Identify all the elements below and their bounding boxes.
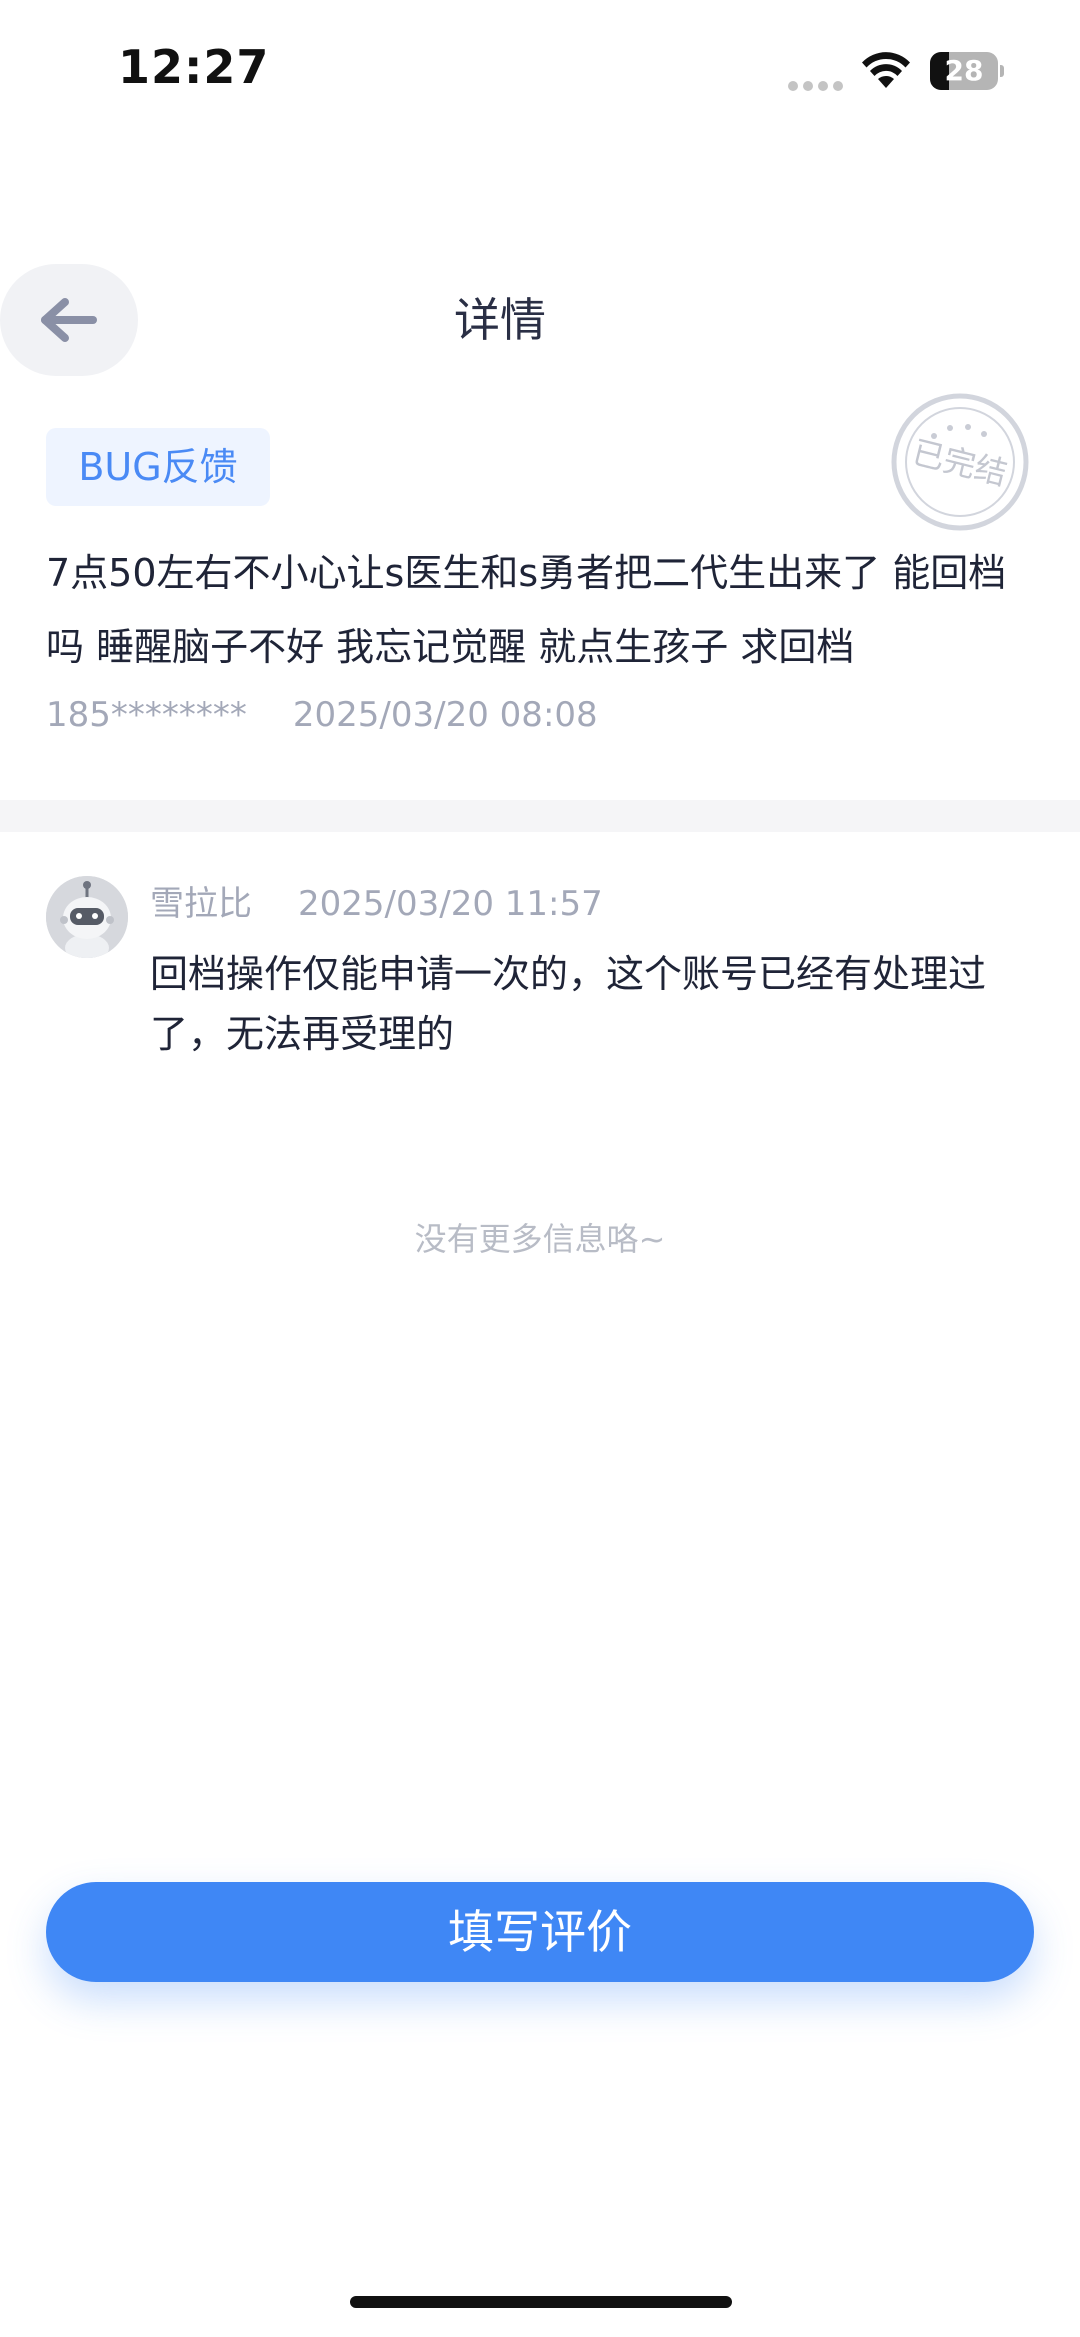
svg-text:已完结: 已完结 xyxy=(909,433,1011,493)
feedback-user: 185******** xyxy=(46,695,247,735)
home-indicator[interactable] xyxy=(350,2296,732,2308)
feedback-meta: 185******** 2025/03/20 08:08 xyxy=(46,690,598,740)
wifi-icon xyxy=(862,52,910,88)
write-review-button[interactable]: 填写评价 xyxy=(46,1882,1034,1982)
status-stamp: 已完结 xyxy=(891,393,1029,531)
robot-avatar-icon xyxy=(46,876,128,958)
reply-meta: 雪拉比 2025/03/20 11:57 xyxy=(150,880,603,928)
category-tag: BUG反馈 xyxy=(46,428,270,506)
cellular-signal-icon xyxy=(788,76,848,91)
status-time: 12:27 xyxy=(118,40,270,94)
reply-author: 雪拉比 xyxy=(150,884,252,924)
feedback-time: 2025/03/20 08:08 xyxy=(292,695,598,735)
reply-time: 2025/03/20 11:57 xyxy=(298,884,603,924)
page-title: 详情 xyxy=(454,293,546,347)
battery-icon: 28 xyxy=(930,52,1004,90)
battery-level: 28 xyxy=(944,54,984,87)
reply-content: 回档操作仅能申请一次的，这个账号已经有处理过了，无法再受理的 xyxy=(150,952,987,1056)
feedback-content: 7点50左右不小心让s医生和s勇者把二代生出来了 能回档吗 睡醒脑子不好 我忘记… xyxy=(46,551,1007,669)
no-more-info: 没有更多信息咯~ xyxy=(414,1220,666,1258)
section-divider xyxy=(0,800,1080,832)
status-bar: 12:27 28 xyxy=(0,0,1080,140)
